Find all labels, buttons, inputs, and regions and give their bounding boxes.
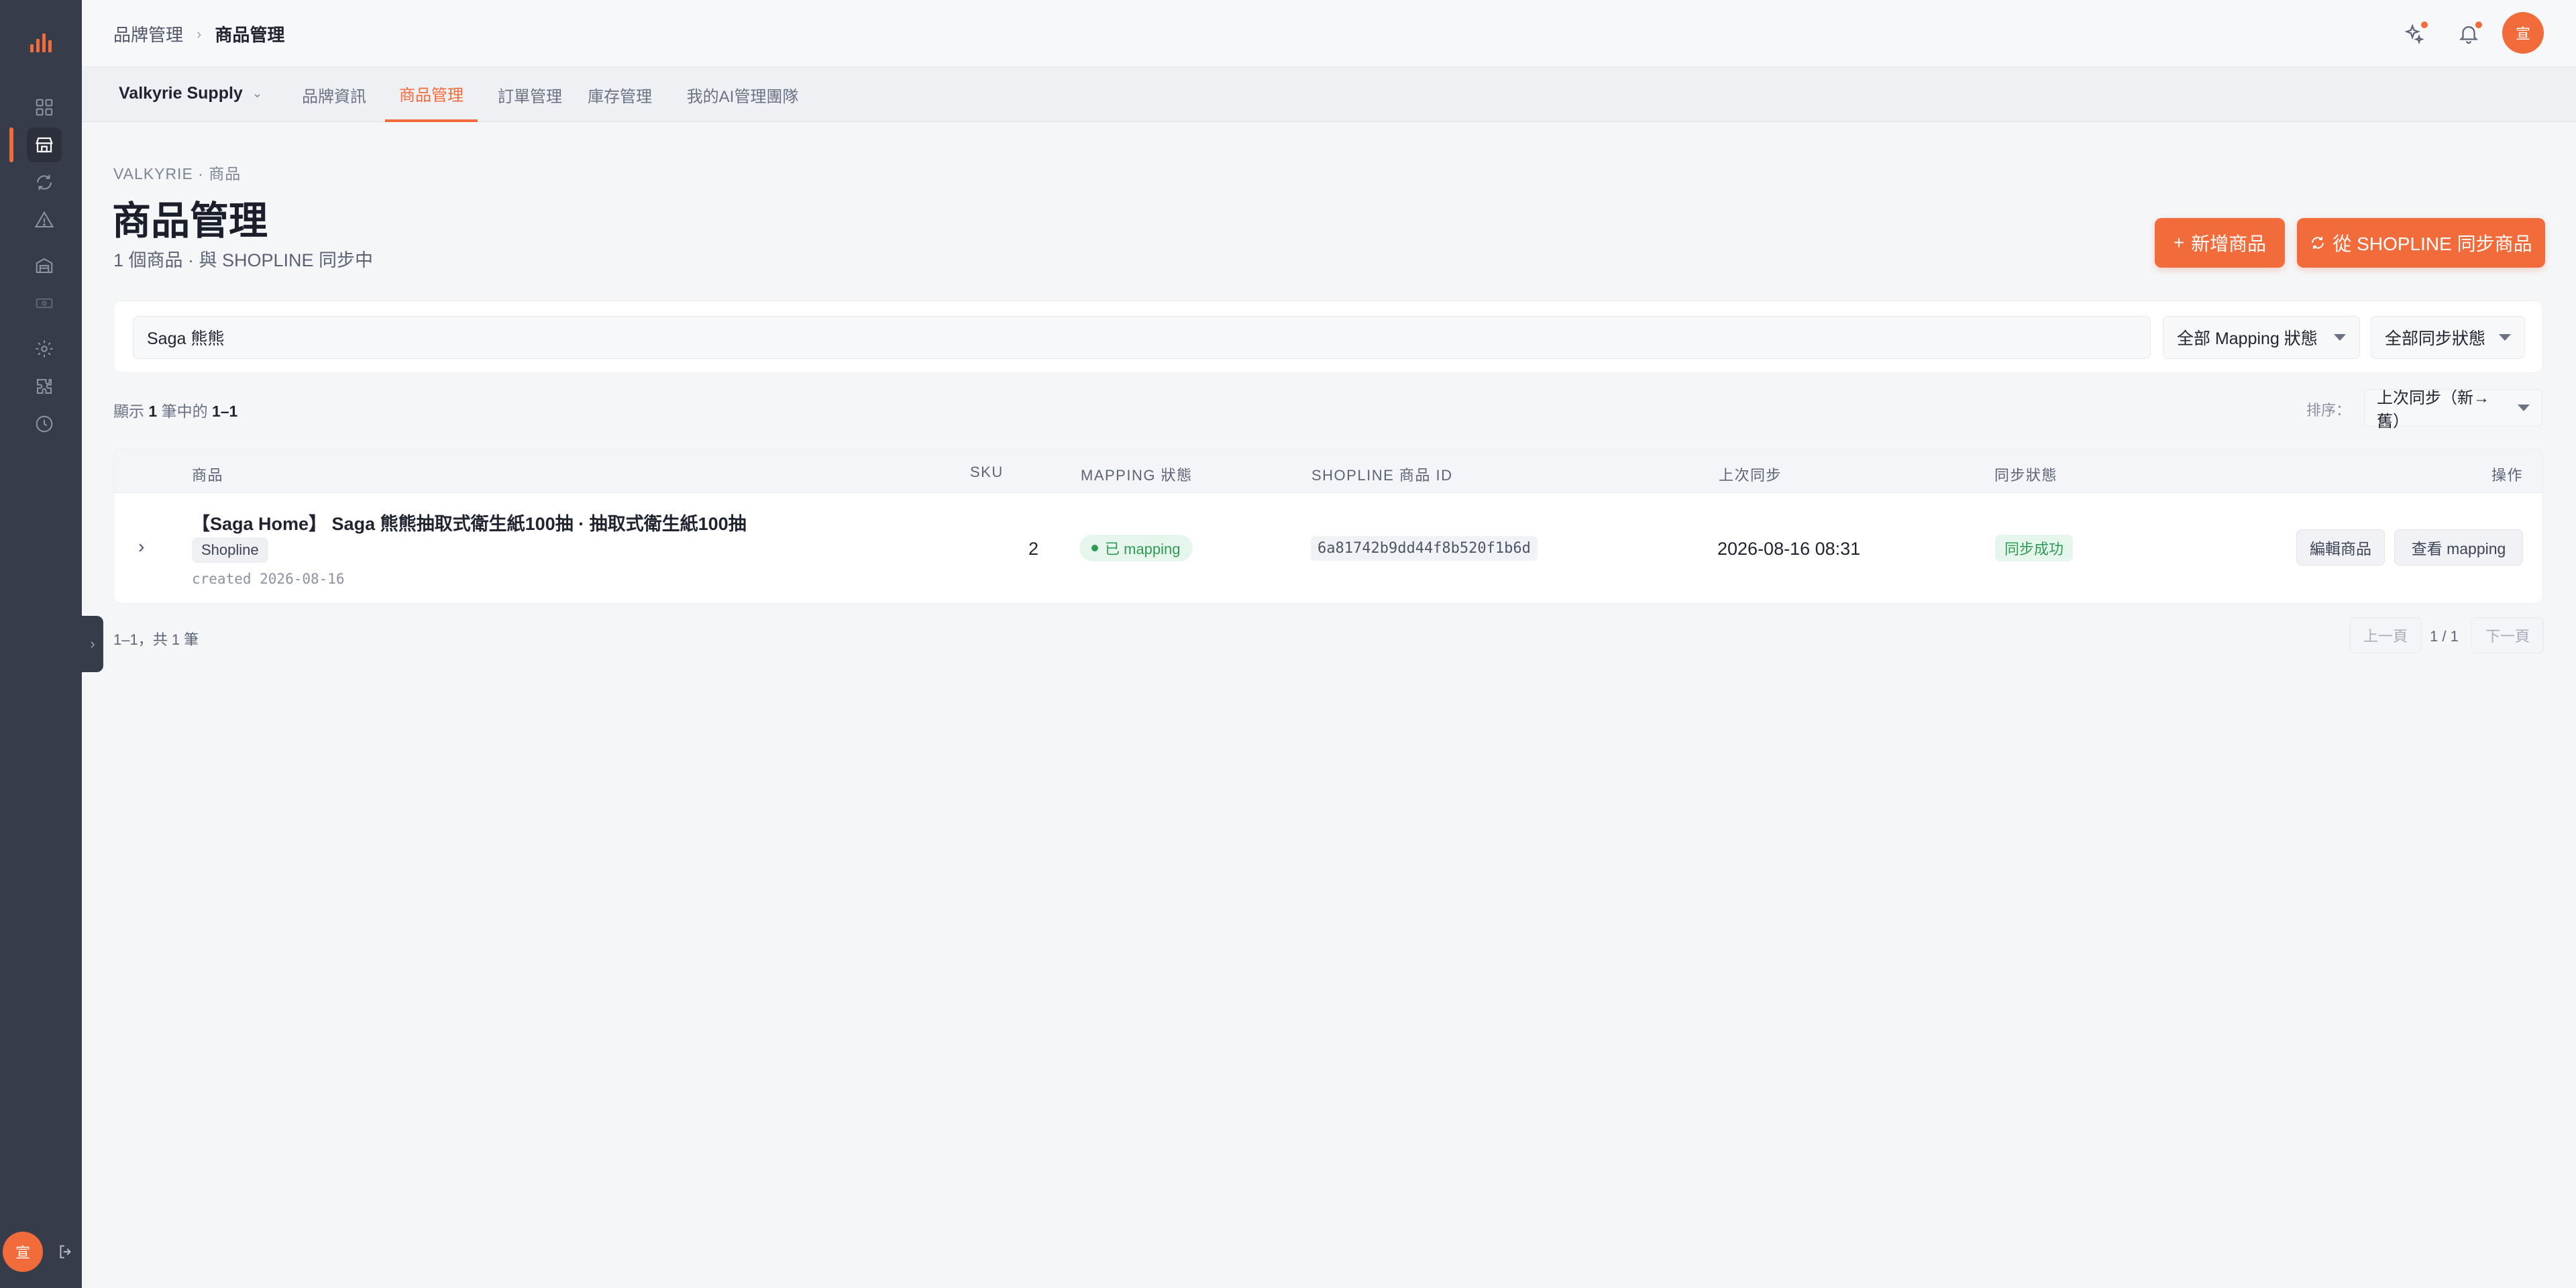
next-page-button[interactable]: 下一頁 — [2471, 617, 2544, 653]
result-summary: 顯示 1 筆中的 1–1 — [113, 398, 237, 421]
sort-value: 上次同步（新→舊） — [2377, 389, 2489, 431]
sort-label: 排序： — [2306, 402, 2351, 419]
brand-subnav: Valkyrie Supply ⌄ 品牌資訊 商品管理 訂單管理 庫存管理 我的… — [82, 67, 2576, 122]
chevron-right-icon[interactable]: › — [138, 536, 144, 557]
add-product-button[interactable]: + 新增商品 — [2155, 218, 2285, 268]
puzzle-icon[interactable] — [27, 369, 62, 404]
sync-shopline-label: 從 SHOPLINE 同步商品 — [2332, 233, 2532, 254]
breadcrumb: 品牌管理 › 商品管理 — [113, 21, 284, 46]
bell-icon[interactable] — [2453, 17, 2485, 50]
summary-total: 1 — [148, 402, 158, 420]
col-actions: 操作 — [2491, 467, 2524, 484]
sync-icon[interactable] — [27, 165, 62, 200]
created-date: created 2026-08-16 — [192, 571, 345, 587]
notification-dot — [2475, 21, 2482, 28]
shopline-id: 6a81742b9dd44f8b520f1b6d — [1311, 536, 1538, 561]
user-avatar[interactable]: 宣 — [3, 1232, 43, 1272]
page-subtitle: 1 個商品 · 與 SHOPLINE 同步中 — [113, 250, 374, 270]
sync-icon — [2312, 237, 2324, 249]
caret-down-icon — [2518, 405, 2530, 411]
page-indicator: 1 / 1 — [2430, 628, 2459, 645]
col-shopline-id[interactable]: SHOPLINE 商品 ID — [1311, 464, 1452, 485]
source-chip: Shopline — [192, 537, 268, 563]
gear-icon[interactable] — [27, 331, 62, 366]
tab-ai-team[interactable]: 我的AI管理團隊 — [672, 67, 813, 122]
summary-range: 1–1 — [211, 402, 238, 420]
products-table: 商品 SKU MAPPING 狀態 SHOPLINE 商品 ID 上次同步 同步… — [113, 448, 2543, 604]
table-row[interactable]: › 【Saga Home】 Saga 熊熊抽取式衛生紙100抽 · 抽取式衛生紙… — [114, 493, 2542, 603]
notification-dot — [2421, 21, 2428, 28]
table-header: 商品 SKU MAPPING 狀態 SHOPLINE 商品 ID 上次同步 同步… — [114, 449, 2542, 493]
sort-select[interactable]: 上次同步（新→舊） — [2364, 389, 2542, 431]
chevron-right-icon: › — [197, 25, 202, 42]
col-sync-status[interactable]: 同步狀態 — [1994, 464, 2057, 485]
col-last-sync[interactable]: 上次同步 — [1719, 464, 1782, 485]
tab-inventory[interactable]: 庫存管理 — [581, 67, 659, 122]
sidebar-collapse-toggle[interactable]: › — [82, 616, 103, 672]
tab-orders[interactable]: 訂單管理 — [491, 67, 569, 122]
dashboard-icon[interactable] — [27, 90, 62, 125]
sync-shopline-button[interactable]: 從 SHOPLINE 同步商品 — [2297, 218, 2545, 268]
active-indicator — [9, 127, 13, 162]
sync-status-select[interactable]: 全部同步狀態 — [2371, 316, 2525, 359]
summary-middle: 筆中的 — [161, 402, 208, 420]
product-title[interactable]: 【Saga Home】 Saga 熊熊抽取式衛生紙100抽 · 抽取式衛生紙10… — [192, 509, 747, 535]
sync-status-badge: 同步成功 — [1995, 535, 2074, 561]
ai-sparkle-icon[interactable] — [2398, 17, 2430, 50]
last-sync-time: 2026-08-16 08:31 — [1717, 539, 1861, 559]
add-product-label: 新增商品 — [2191, 233, 2267, 254]
mapping-status-value: 全部 Mapping 狀態 — [2177, 329, 2318, 348]
brand-switcher[interactable]: Valkyrie Supply ⌄ — [119, 84, 262, 103]
status-dot — [1091, 545, 1098, 551]
clock-icon[interactable] — [27, 407, 62, 441]
mapping-status-select[interactable]: 全部 Mapping 狀態 — [2163, 316, 2360, 359]
view-mapping-button[interactable]: 查看 mapping — [2394, 529, 2523, 566]
page-title: 商品管理 — [112, 199, 268, 243]
top-header: 品牌管理 › 商品管理 宣 — [82, 0, 2576, 67]
app-logo[interactable] — [24, 25, 58, 59]
breadcrumb-parent[interactable]: 品牌管理 — [113, 21, 183, 46]
prev-page-button[interactable]: 上一頁 — [2349, 617, 2422, 653]
logout-icon[interactable] — [54, 1240, 78, 1264]
cash-icon[interactable] — [27, 286, 62, 321]
col-sku[interactable]: SKU — [970, 464, 1004, 481]
filter-bar: 全部 Mapping 狀態 全部同步狀態 — [113, 301, 2543, 373]
user-avatar[interactable]: 宣 — [2502, 12, 2544, 54]
pagination-info: 1–1，共 1 筆 — [113, 631, 199, 648]
summary-prefix: 顯示 — [113, 402, 144, 420]
mapping-status-label: 已 mapping — [1105, 541, 1181, 557]
caret-down-icon — [2499, 334, 2511, 341]
chevron-down-icon: ⌄ — [252, 87, 262, 100]
caret-down-icon — [2334, 334, 2346, 341]
brand-name: Valkyrie Supply — [119, 84, 243, 103]
warning-icon[interactable] — [27, 203, 62, 237]
sync-status-value: 全部同步狀態 — [2385, 329, 2486, 348]
store-icon[interactable] — [27, 127, 62, 162]
breadcrumb-current: 商品管理 — [215, 25, 285, 45]
plus-icon: + — [2173, 232, 2185, 253]
col-product[interactable]: 商品 — [192, 464, 223, 485]
sku-count: 2 — [1028, 539, 1039, 559]
sidebar-rail: 宣 — [0, 0, 82, 1288]
warehouse-icon[interactable] — [27, 248, 62, 283]
tab-brand-info[interactable]: 品牌資訊 — [298, 67, 370, 122]
tab-products[interactable]: 商品管理 — [385, 67, 478, 122]
search-input[interactable] — [133, 316, 2151, 359]
mapping-status-badge: 已 mapping — [1079, 535, 1193, 561]
page-kicker: VALKYRIE · 商品 — [113, 165, 241, 182]
edit-product-button[interactable]: 編輯商品 — [2296, 529, 2385, 566]
col-mapping[interactable]: MAPPING 狀態 — [1081, 464, 1193, 485]
